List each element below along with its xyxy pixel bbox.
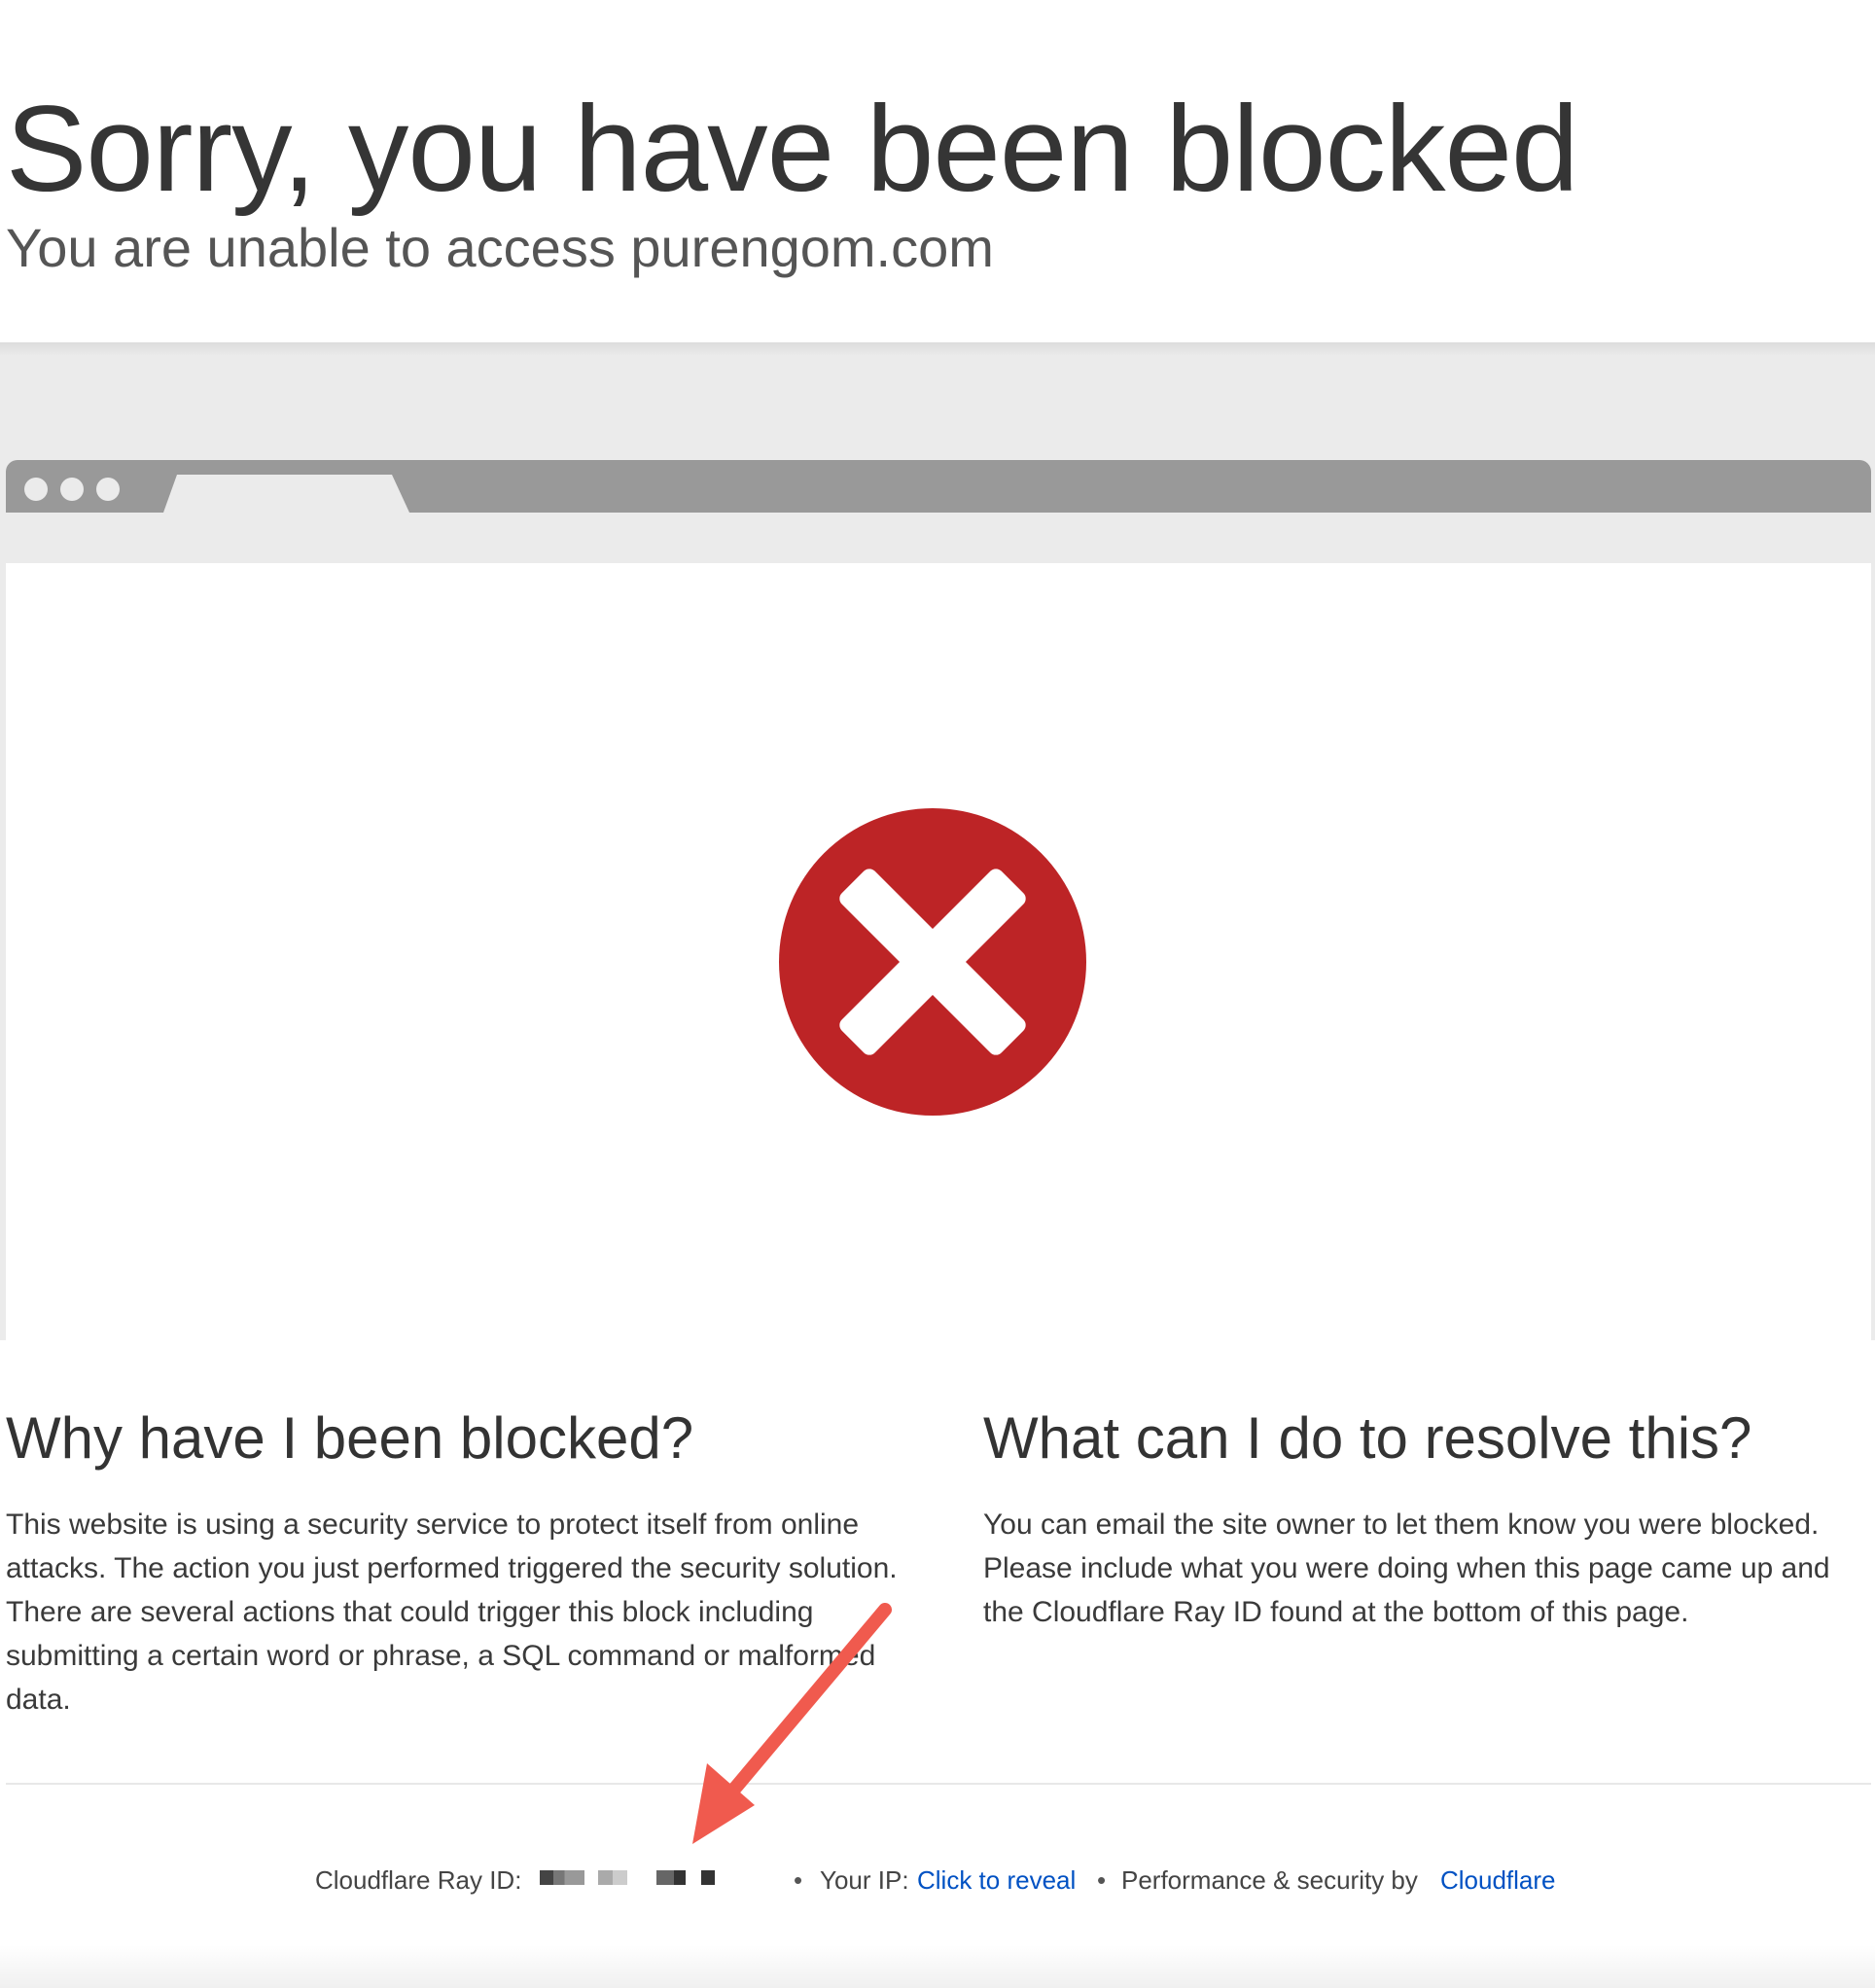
band-top-shadow: [0, 342, 1875, 356]
browser-window-bar: [6, 460, 1871, 513]
why-blocked-heading: Why have I been blocked?: [6, 1405, 694, 1471]
reveal-ip-link[interactable]: Click to reveal: [917, 1865, 1076, 1896]
browser-tab: [163, 475, 409, 513]
resolve-text: You can email the site owner to let them…: [983, 1509, 1830, 1628]
footer-separator: •: [794, 1865, 803, 1895]
performance-label: Performance & security by: [1121, 1865, 1418, 1895]
window-dot-icon: [96, 478, 120, 501]
footer: Cloudflare Ray ID: • Your IP: Click to r…: [0, 1860, 1875, 1902]
footer-separator: •: [1097, 1865, 1107, 1895]
page-header: Sorry, you have been blocked You are una…: [0, 0, 1875, 342]
resolve-heading: What can I do to resolve this?: [983, 1405, 1752, 1471]
why-blocked-text: This website is using a security service…: [6, 1509, 898, 1716]
redacted-ray-id: [598, 1870, 627, 1885]
window-dot-icon: [60, 478, 84, 501]
page-subtitle: You are unable to access purengom.com: [6, 217, 994, 278]
window-dot-icon: [24, 478, 48, 501]
redacted-ray-id: [540, 1870, 584, 1885]
ray-id-label: Cloudflare Ray ID:: [315, 1865, 522, 1895]
bottom-shadow: [0, 1945, 1875, 1988]
error-x-icon: [779, 808, 1086, 1116]
redacted-ray-id: [701, 1870, 715, 1885]
footer-divider: [6, 1783, 1871, 1785]
cloudflare-link[interactable]: Cloudflare: [1440, 1865, 1556, 1896]
your-ip-label: Your IP:: [820, 1865, 909, 1895]
page-title: Sorry, you have been blocked: [6, 82, 1579, 217]
redacted-ray-id: [656, 1870, 686, 1885]
